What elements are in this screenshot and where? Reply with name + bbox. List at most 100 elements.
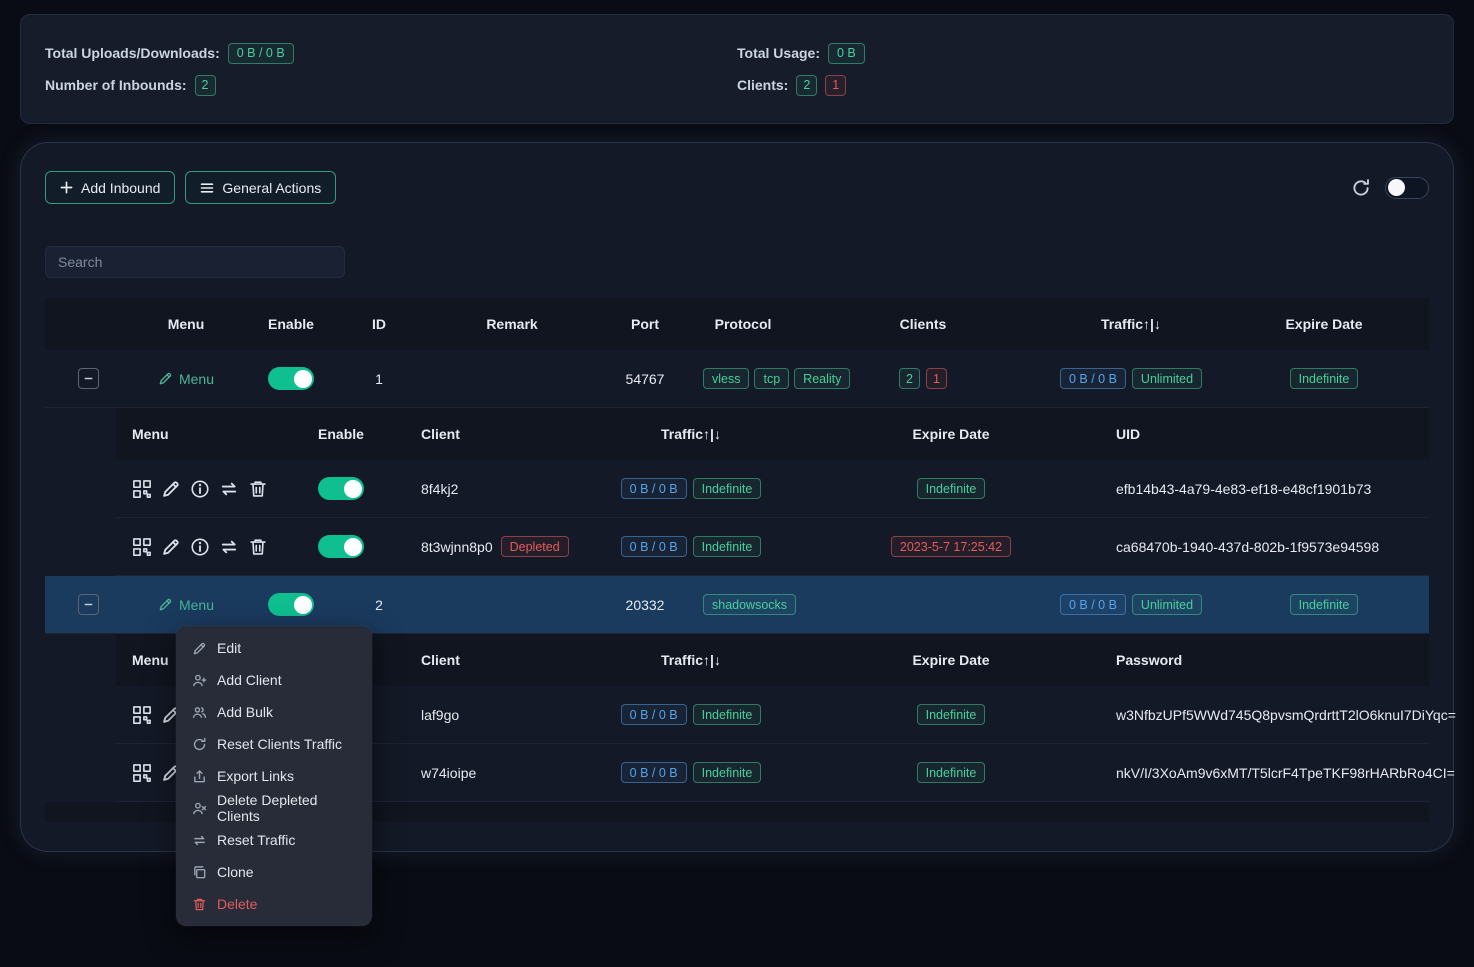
- header-clients: Clients: [803, 316, 1043, 332]
- client-expire: Indefinite: [816, 704, 1086, 725]
- collapse-row-button[interactable]: [78, 594, 99, 615]
- theme-toggle[interactable]: [1385, 177, 1429, 199]
- collapse-row-button[interactable]: [78, 368, 99, 389]
- pencil-icon: [158, 597, 173, 612]
- expire-badge: Indefinite: [1290, 594, 1359, 615]
- delete-icon[interactable]: [248, 479, 268, 499]
- header-traffic[interactable]: Traffic↑|↓: [566, 426, 816, 442]
- traffic-badge: 0 B / 0 B: [1060, 368, 1126, 389]
- enable-toggle[interactable]: [268, 367, 314, 390]
- inbound-expire: Indefinite: [1219, 594, 1429, 615]
- edit-icon[interactable]: [161, 537, 181, 557]
- enable-toggle[interactable]: [268, 593, 314, 616]
- clients-subtable-1: Menu Enable Client Traffic↑|↓ Expire Dat…: [116, 408, 1429, 576]
- traffic-limit-badge: Indefinite: [693, 478, 762, 499]
- menu-item-label: Delete: [217, 896, 257, 912]
- stat-total-usage: Total Usage: 0 B: [737, 37, 1429, 69]
- clients-subtable-header: Menu Enable Client Traffic↑|↓ Expire Dat…: [116, 408, 1429, 460]
- client-row: 8t3wjnn8p0 Depleted 0 B / 0 B Indefinite…: [116, 518, 1429, 576]
- row-menu-label: Menu: [179, 371, 214, 387]
- export-links-icon: [192, 769, 207, 784]
- delete-icon[interactable]: [248, 537, 268, 557]
- uploads-downloads-label: Total Uploads/Downloads:: [45, 45, 220, 61]
- clients-depleted-badge: 1: [825, 75, 846, 96]
- menu-item-add-client[interactable]: Add Client: [176, 664, 372, 696]
- client-name: w74ioipe: [391, 765, 566, 781]
- header-expire-date: Expire Date: [1219, 316, 1429, 332]
- client-name: laf9go: [391, 707, 566, 723]
- client-traffic: 0 B / 0 B Indefinite: [566, 478, 816, 499]
- stats-panel: Total Uploads/Downloads: 0 B / 0 B Numbe…: [20, 14, 1454, 124]
- clients-active-badge: 2: [899, 368, 920, 389]
- minus-icon: [83, 599, 94, 610]
- general-actions-button[interactable]: General Actions: [185, 171, 336, 204]
- header-password: Password: [1086, 652, 1429, 668]
- qr-code-icon[interactable]: [132, 705, 152, 725]
- menu-item-delete-depleted-clients[interactable]: Delete Depleted Clients: [176, 792, 372, 824]
- enable-toggle[interactable]: [318, 477, 364, 500]
- expire-badge: Indefinite: [917, 704, 986, 725]
- menu-item-clone[interactable]: Clone: [176, 856, 372, 888]
- inbound-expire: Indefinite: [1219, 368, 1429, 389]
- expire-badge: Indefinite: [917, 762, 986, 783]
- search-input[interactable]: [45, 246, 345, 278]
- enable-toggle[interactable]: [318, 535, 364, 558]
- traffic-limit-badge: Unlimited: [1132, 368, 1202, 389]
- edit-icon[interactable]: [161, 479, 181, 499]
- traffic-badge: 0 B / 0 B: [621, 762, 687, 783]
- inbounds-table-header: Menu Enable ID Remark Port Protocol Clie…: [45, 298, 1429, 350]
- inbound-clients: 2 1: [803, 368, 1043, 389]
- header-traffic[interactable]: Traffic↑|↓: [566, 652, 816, 668]
- card-toolbar: Add Inbound General Actions: [45, 171, 1429, 204]
- menu-item-add-bulk[interactable]: Add Bulk: [176, 696, 372, 728]
- header-traffic[interactable]: Traffic↑|↓: [1043, 316, 1219, 332]
- traffic-badge: 0 B / 0 B: [621, 478, 687, 499]
- toggle-knob: [344, 538, 362, 556]
- general-actions-label: General Actions: [222, 180, 321, 196]
- client-traffic: 0 B / 0 B Indefinite: [566, 536, 816, 557]
- client-uid: efb14b43-4a79-4e83-ef18-e48cf1901b73: [1086, 481, 1429, 497]
- traffic-badge: 0 B / 0 B: [621, 704, 687, 725]
- inbound-id: 1: [341, 371, 417, 387]
- client-uid: ca68470b-1940-437d-802b-1f9573e94598: [1086, 539, 1429, 555]
- menu-item-label: Reset Traffic: [217, 832, 295, 848]
- menu-item-delete[interactable]: Delete: [176, 888, 372, 920]
- menu-item-export-links[interactable]: Export Links: [176, 760, 372, 792]
- header-expire-date: Expire Date: [816, 426, 1086, 442]
- depleted-badge: Depleted: [501, 536, 569, 557]
- header-client: Client: [391, 652, 566, 668]
- refresh-icon[interactable]: [1351, 178, 1371, 198]
- expire-badge: Indefinite: [1290, 368, 1359, 389]
- reset-icon[interactable]: [219, 537, 239, 557]
- menu-item-edit[interactable]: Edit: [176, 632, 372, 664]
- menu-item-label: Add Client: [217, 672, 282, 688]
- menu-item-reset-clients-traffic[interactable]: Reset Clients Traffic: [176, 728, 372, 760]
- users-add-icon: [192, 705, 207, 720]
- stats-left-column: Total Uploads/Downloads: 0 B / 0 B Numbe…: [45, 37, 737, 101]
- menu-item-reset-traffic[interactable]: Reset Traffic: [176, 824, 372, 856]
- toggle-knob: [294, 370, 312, 388]
- reset-traffic-icon: [192, 833, 207, 848]
- header-menu: Menu: [116, 426, 291, 442]
- theme-toggle-knob: [1388, 179, 1405, 196]
- header-menu: Menu: [131, 316, 241, 332]
- traffic-limit-badge: Indefinite: [693, 704, 762, 725]
- header-expire-date: Expire Date: [816, 652, 1086, 668]
- inbound-port: 20332: [607, 597, 683, 613]
- info-icon[interactable]: [190, 537, 210, 557]
- qr-code-icon[interactable]: [132, 537, 152, 557]
- menu-item-label: Delete Depleted Clients: [217, 792, 356, 824]
- header-id: ID: [341, 316, 417, 332]
- info-icon[interactable]: [190, 479, 210, 499]
- client-row: 8f4kj2 0 B / 0 B Indefinite Indefinite e…: [116, 460, 1429, 518]
- row-menu-button[interactable]: Menu: [158, 597, 214, 613]
- clients-depleted-badge: 1: [926, 368, 947, 389]
- row-menu-button[interactable]: Menu: [158, 371, 214, 387]
- traffic-limit-badge: Unlimited: [1132, 594, 1202, 615]
- add-inbound-button[interactable]: Add Inbound: [45, 171, 175, 204]
- qr-code-icon[interactable]: [132, 479, 152, 499]
- inbounds-count-label: Number of Inbounds:: [45, 77, 187, 93]
- qr-code-icon[interactable]: [132, 763, 152, 783]
- reset-icon[interactable]: [219, 479, 239, 499]
- header-protocol: Protocol: [683, 316, 803, 332]
